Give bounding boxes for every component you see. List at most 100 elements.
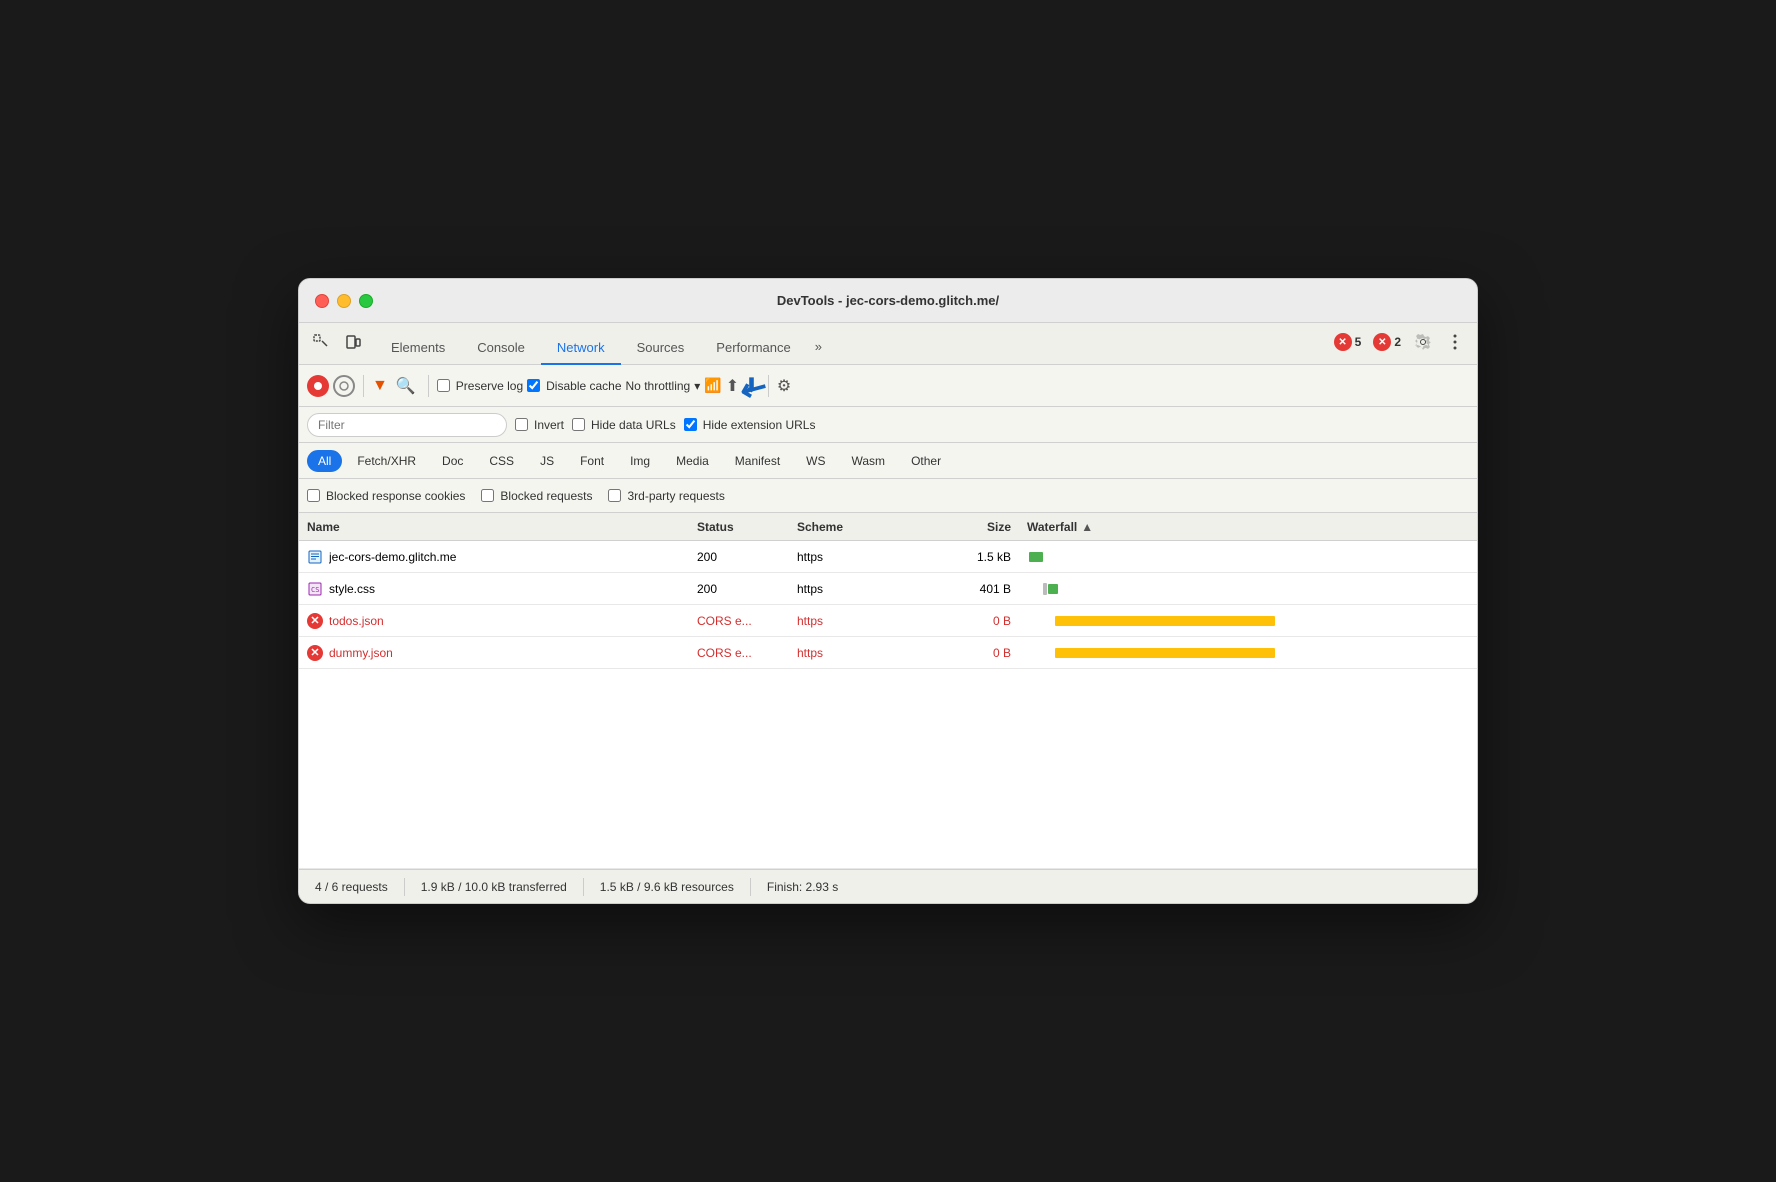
upload-icon[interactable]: ⬆ [726,376,739,396]
filter-icon[interactable]: ▼ [372,377,388,395]
svg-text:CS: CS [311,586,319,594]
fullscreen-button[interactable] [359,294,373,308]
type-filter-fetch[interactable]: Fetch/XHR [346,450,427,472]
col-header-status[interactable]: Status [697,520,797,534]
settings-icon[interactable] [1409,328,1437,356]
blocked-requests-input[interactable] [481,489,494,502]
table-row[interactable]: CS style.css 200 https 401 B [299,573,1477,605]
table-row[interactable]: ✕ dummy.json CORS e... https 0 B [299,637,1477,669]
row-waterfall-cell [1027,541,1469,572]
row-name-text: todos.json [329,614,384,628]
status-divider-1 [404,878,405,896]
more-options-icon[interactable] [1441,328,1469,356]
error-count-2: 2 [1394,335,1401,349]
third-party-input[interactable] [608,489,621,502]
row-scheme-cell: https [797,646,927,660]
table-body: jec-cors-demo.glitch.me 200 https 1.5 kB… [299,541,1477,669]
row-name-cell: ✕ todos.json [307,613,697,629]
row-status-cell: CORS e... [697,646,797,660]
hide-extension-urls-input[interactable] [684,418,697,431]
col-header-name[interactable]: Name [307,520,697,534]
waterfall-bar-gray [1043,583,1047,595]
row-waterfall-cell [1027,605,1469,636]
finish-time: Finish: 2.93 s [767,880,838,894]
table-row[interactable]: jec-cors-demo.glitch.me 200 https 1.5 kB [299,541,1477,573]
type-filter-css[interactable]: CSS [478,450,525,472]
tab-network[interactable]: Network [541,332,621,365]
clear-button[interactable] [333,375,355,397]
type-filter-js[interactable]: JS [529,450,565,472]
row-size-cell: 1.5 kB [927,550,1027,564]
download-icon[interactable]: ⬇ [743,373,760,398]
blocked-cookies-input[interactable] [307,489,320,502]
type-filter-wasm[interactable]: Wasm [841,450,897,472]
row-status-cell: 200 [697,550,797,564]
invert-input[interactable] [515,418,528,431]
toolbar-divider-1 [363,375,364,397]
tab-performance[interactable]: Performance [700,332,806,365]
tab-elements[interactable]: Elements [375,332,461,365]
toolbar-divider-3 [768,375,769,397]
chevron-down-icon: ▾ [694,379,700,393]
type-filter-doc[interactable]: Doc [431,450,474,472]
throttle-dropdown[interactable]: No throttling ▾ [626,379,701,393]
tab-console[interactable]: Console [461,332,541,365]
type-filter-other[interactable]: Other [900,450,952,472]
waterfall-bar [1055,616,1275,626]
inspect-element-icon[interactable] [307,328,335,356]
waterfall-bar [1048,584,1058,594]
disable-cache-checkbox[interactable]: Disable cache [527,379,621,393]
search-icon[interactable]: 🔍 [392,374,420,398]
network-settings-icon[interactable]: ⚙ [777,376,791,396]
type-filters-row: All Fetch/XHR Doc CSS JS Font Img Media … [299,443,1477,479]
third-party-checkbox[interactable]: 3rd-party requests [608,489,724,503]
css-icon: CS [307,581,323,597]
error-icon-1: ✕ [1334,333,1352,351]
col-header-scheme[interactable]: Scheme [797,520,927,534]
row-waterfall-cell [1027,573,1469,604]
error-count-1: 5 [1355,335,1362,349]
preserve-log-checkbox[interactable]: Preserve log [437,379,523,393]
toolbar-divider-2 [428,375,429,397]
invert-checkbox[interactable]: Invert [515,418,564,432]
device-toolbar-icon[interactable] [339,328,367,356]
devtools-left-icons [307,328,367,364]
filter-input[interactable] [307,413,507,437]
hide-extension-urls-checkbox[interactable]: Hide extension URLs [684,418,816,432]
row-name-text: dummy.json [329,646,393,660]
col-header-waterfall[interactable]: Waterfall ▲ [1027,520,1469,534]
tab-sources[interactable]: Sources [621,332,701,365]
type-filter-media[interactable]: Media [665,450,720,472]
tabs-overflow-button[interactable]: » [807,331,830,364]
filter-row: Invert Hide data URLs Hide extension URL… [299,407,1477,443]
row-name-cell: ✕ dummy.json [307,645,697,661]
type-filter-all[interactable]: All [307,450,342,472]
waterfall-bar [1029,552,1043,562]
disable-cache-input[interactable] [527,379,540,392]
blocked-requests-checkbox[interactable]: Blocked requests [481,489,592,503]
type-filter-manifest[interactable]: Manifest [724,450,791,472]
close-button[interactable] [315,294,329,308]
type-filter-font[interactable]: Font [569,450,615,472]
minimize-button[interactable] [337,294,351,308]
hide-data-urls-input[interactable] [572,418,585,431]
hide-data-urls-checkbox[interactable]: Hide data URLs [572,418,676,432]
window-title: DevTools - jec-cors-demo.glitch.me/ [777,293,999,308]
error-icon-2: ✕ [1373,333,1391,351]
table-header: Name Status Scheme Size Waterfall ▲ [299,513,1477,541]
row-name-cell: jec-cors-demo.glitch.me [307,549,697,565]
status-divider-2 [583,878,584,896]
record-button[interactable] [307,375,329,397]
table-row[interactable]: ✕ todos.json CORS e... https 0 B [299,605,1477,637]
row-name-cell: CS style.css [307,581,697,597]
tabs-bar: Elements Console Network Sources Perform… [299,323,1477,365]
empty-requests-area [299,669,1477,869]
type-filter-ws[interactable]: WS [795,450,836,472]
blocked-cookies-checkbox[interactable]: Blocked response cookies [307,489,465,503]
row-size-cell: 401 B [927,582,1027,596]
type-filter-img[interactable]: Img [619,450,661,472]
col-header-size[interactable]: Size [927,520,1027,534]
transferred-info: 1.9 kB / 10.0 kB transferred [421,880,567,894]
devtools-window: DevTools - jec-cors-demo.glitch.me/ Elem… [298,278,1478,904]
preserve-log-input[interactable] [437,379,450,392]
